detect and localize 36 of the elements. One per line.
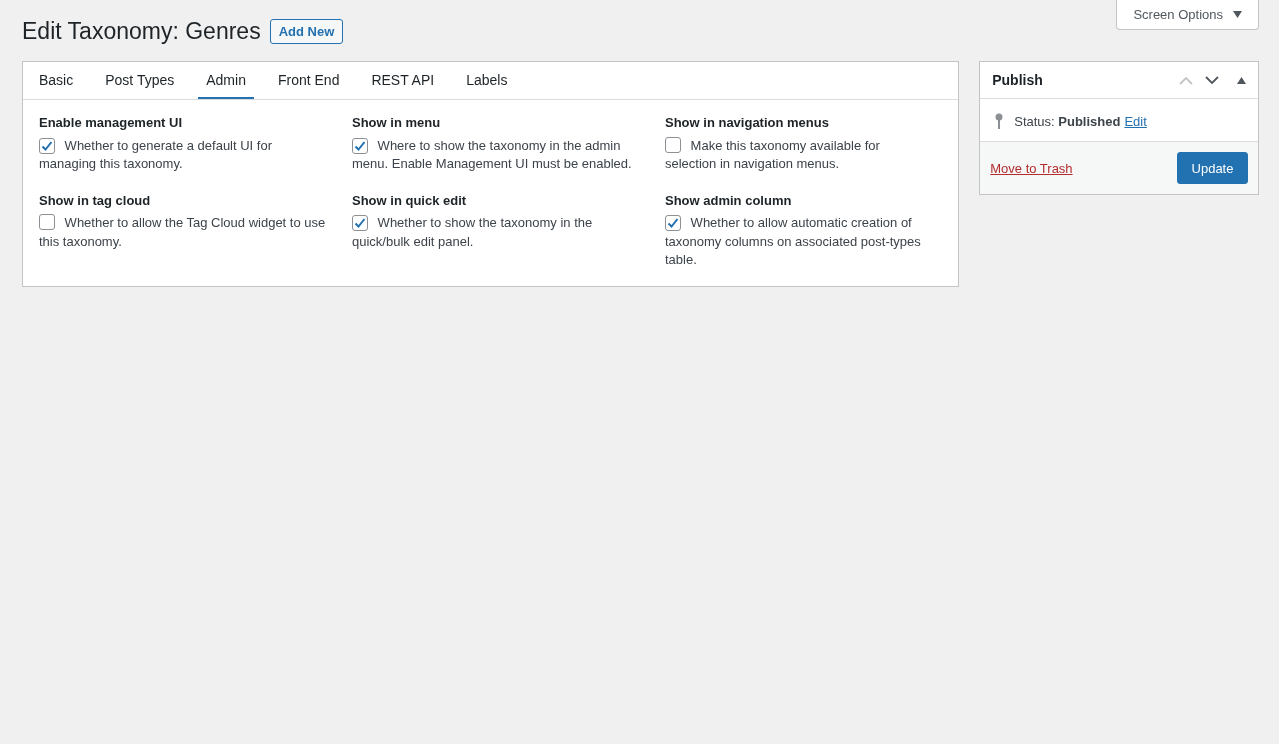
checkbox[interactable] <box>665 215 681 231</box>
setting-title: Show in menu <box>352 114 442 132</box>
status-text: Status: Published <box>1014 113 1121 129</box>
setting-title: Enable management UI <box>39 114 184 132</box>
checkbox[interactable] <box>352 137 368 154</box>
tab[interactable]: Post Types <box>97 62 183 99</box>
setting-title: Show in tag cloud <box>39 191 152 210</box>
checkbox-option[interactable]: Where to show the taxonomy in the admin menu. Enable Management UI must be enabled. <box>352 136 645 174</box>
setting-title: Show in navigation menus <box>665 114 830 132</box>
tab[interactable]: Admin <box>198 62 254 99</box>
checkbox-option[interactable]: Make this taxonomy available for selection in navigation menus. <box>665 136 923 174</box>
add-new-button[interactable]: Add New <box>269 19 344 44</box>
edit-link[interactable]: Edit <box>1124 113 1147 129</box>
update-button[interactable]: Update <box>1177 152 1248 184</box>
tab[interactable]: Basic <box>31 62 82 99</box>
checkbox-option[interactable]: Whether to allow the Tag Cloud widget to use this taxonomy. <box>39 214 332 251</box>
move-to-trash-link[interactable]: Move to Trash <box>990 160 1073 176</box>
checkbox-option[interactable]: Whether to generate a default UI for managing this taxonomy. <box>39 136 332 174</box>
checkbox[interactable] <box>39 137 55 154</box>
screen-options-button[interactable]: Screen Options <box>1116 0 1259 30</box>
collapse-triangle-icon[interactable] <box>1237 76 1246 84</box>
checkbox-option[interactable]: Whether to show the taxonomy in the quick/bulk edit panel. <box>352 214 645 251</box>
setting-title: Show in quick edit <box>352 191 468 210</box>
box-title: Publish <box>992 72 1043 88</box>
tab[interactable]: REST API <box>363 62 443 99</box>
caret-icon <box>1233 11 1242 18</box>
pin-icon <box>995 113 1004 129</box>
checkbox[interactable] <box>665 136 681 153</box>
tab[interactable]: Labels <box>458 62 516 99</box>
tab[interactable]: Front End <box>269 62 348 99</box>
checkbox[interactable] <box>352 215 368 231</box>
checkbox[interactable] <box>39 214 55 230</box>
page-title: Edit Taxonomy: Genres <box>22 18 261 45</box>
checkbox-option[interactable]: Whether to allow automatic creation of taxonomy columns on associated post-types table. <box>665 214 923 270</box>
chevron-down-icon[interactable] <box>1205 75 1219 85</box>
setting-title: Show admin column <box>665 191 793 210</box>
